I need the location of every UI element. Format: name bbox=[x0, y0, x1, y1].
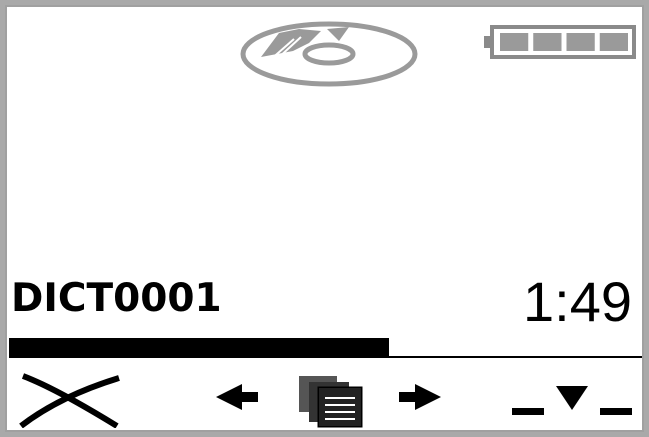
battery-cell bbox=[566, 33, 595, 51]
battery-cell bbox=[533, 33, 562, 51]
close-icon[interactable] bbox=[15, 370, 125, 428]
progress-bar bbox=[9, 338, 642, 358]
progress-fill bbox=[9, 338, 389, 356]
down-marker-icon[interactable] bbox=[510, 378, 634, 422]
softkey-bar bbox=[7, 358, 642, 430]
disc-icon bbox=[240, 21, 418, 87]
battery-full-icon bbox=[484, 25, 636, 59]
arrow-right-icon[interactable] bbox=[397, 380, 445, 414]
recording-time: 1:49 bbox=[523, 270, 632, 333]
battery-cell bbox=[599, 33, 628, 51]
battery-cell bbox=[500, 33, 529, 51]
arrow-left-icon[interactable] bbox=[212, 380, 260, 414]
device-screen: DICT0001 1:49 bbox=[5, 5, 644, 432]
documents-icon[interactable] bbox=[295, 372, 365, 428]
recording-filename: DICT0001 bbox=[11, 276, 222, 321]
